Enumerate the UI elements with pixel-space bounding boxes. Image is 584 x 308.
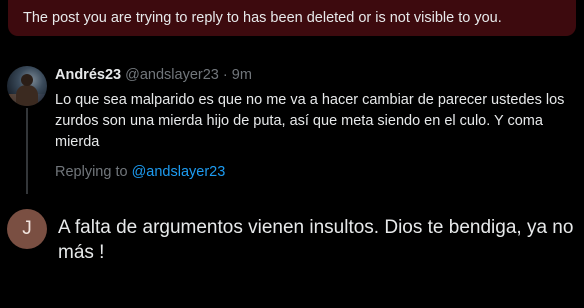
tweet-header: Andrés23 @andslayer23 · 9m bbox=[55, 67, 252, 85]
replying-to-line: Replying to @andslayer23 bbox=[55, 164, 225, 180]
user-avatar-initial: J bbox=[22, 218, 32, 239]
replying-to-label: Replying to bbox=[55, 164, 128, 180]
avatar-figure-body bbox=[16, 85, 38, 106]
thread-connector-line bbox=[26, 108, 28, 194]
author-display-name[interactable]: Andrés23 bbox=[55, 67, 121, 83]
banner-message: The post you are trying to reply to has … bbox=[23, 10, 502, 26]
author-handle[interactable]: @andslayer23 bbox=[125, 67, 219, 83]
author-avatar[interactable] bbox=[7, 66, 47, 106]
deleted-post-banner: The post you are trying to reply to has … bbox=[8, 0, 576, 36]
user-avatar[interactable]: J bbox=[7, 209, 47, 249]
tweet-timestamp[interactable]: 9m bbox=[232, 67, 252, 83]
header-separator: · bbox=[222, 67, 228, 83]
avatar-figure-head bbox=[21, 74, 33, 86]
reply-text-input[interactable]: A falta de argumentos vienen insultos. D… bbox=[58, 215, 578, 265]
tweet-text: Lo que sea malparido es que no me va a h… bbox=[55, 92, 565, 150]
replying-to-mention[interactable]: @andslayer23 bbox=[132, 164, 226, 180]
reply-page: The post you are trying to reply to has … bbox=[0, 0, 584, 308]
